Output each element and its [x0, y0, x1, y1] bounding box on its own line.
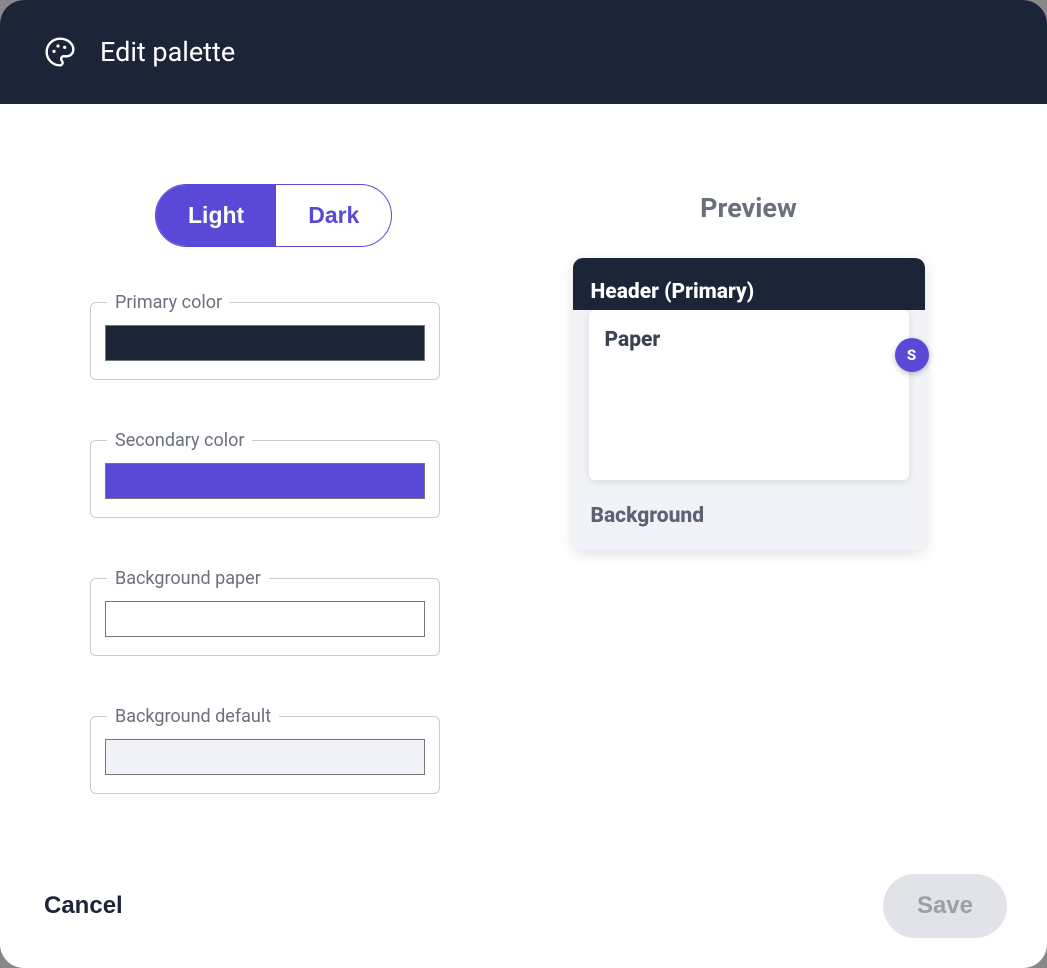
secondary-color-field: Secondary color	[90, 440, 440, 518]
preview-title: Preview	[700, 192, 797, 224]
secondary-color-swatch[interactable]	[105, 463, 425, 499]
secondary-color-label: Secondary color	[107, 430, 252, 451]
preview-background: Paper S Background	[573, 310, 925, 550]
background-paper-field: Background paper	[90, 578, 440, 656]
background-paper-swatch[interactable]	[105, 601, 425, 637]
controls-column: Light Dark Primary color Secondary color…	[90, 184, 470, 874]
palette-icon	[44, 36, 76, 68]
mode-toggle-group: Light Dark	[155, 184, 392, 247]
background-default-field: Background default	[90, 716, 440, 794]
dialog-header: Edit palette	[0, 0, 1047, 104]
preview-fab-secondary: S	[895, 338, 929, 372]
cancel-button[interactable]: Cancel	[40, 880, 127, 932]
mode-light-button[interactable]: Light	[156, 185, 276, 246]
preview-card: Header (Primary) Paper S Background	[573, 258, 925, 550]
edit-palette-dialog: Edit palette Light Dark Primary color Se…	[0, 0, 1047, 968]
background-default-swatch[interactable]	[105, 739, 425, 775]
primary-color-swatch[interactable]	[105, 325, 425, 361]
dialog-footer: Cancel Save	[0, 874, 1047, 968]
save-button[interactable]: Save	[883, 874, 1007, 938]
background-default-label: Background default	[107, 706, 279, 727]
preview-background-label: Background	[573, 480, 925, 528]
primary-color-label: Primary color	[107, 292, 230, 313]
preview-column: Preview Header (Primary) Paper S Backgro…	[510, 184, 987, 874]
background-paper-label: Background paper	[107, 568, 269, 589]
mode-dark-button[interactable]: Dark	[276, 185, 391, 246]
primary-color-field: Primary color	[90, 302, 440, 380]
dialog-title: Edit palette	[100, 36, 235, 68]
dialog-content: Light Dark Primary color Secondary color…	[0, 104, 1047, 874]
preview-paper: Paper	[589, 310, 909, 480]
